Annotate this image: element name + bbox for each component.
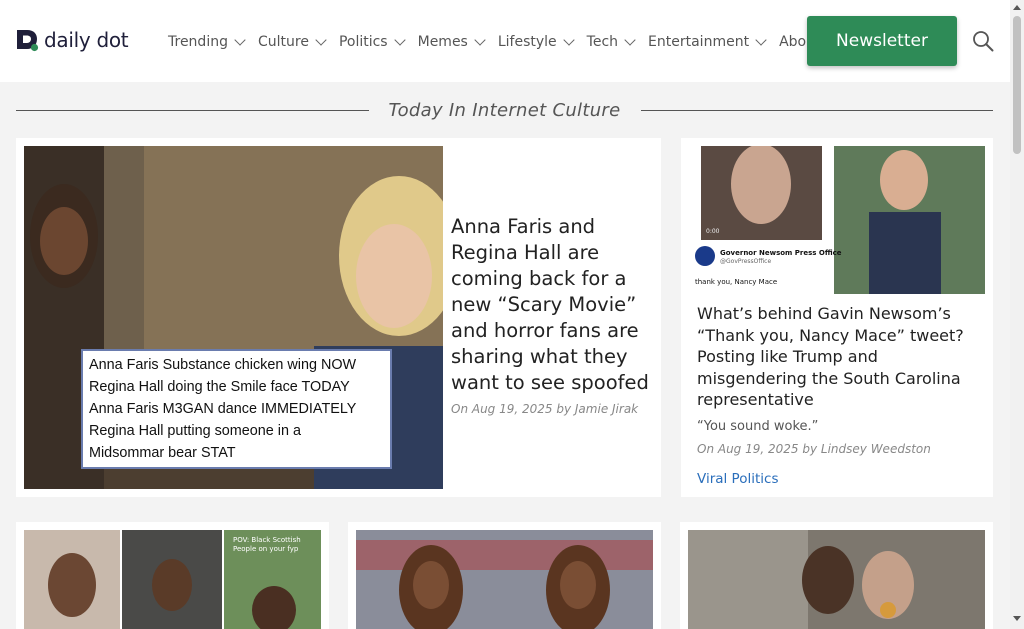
nav-label: Culture	[257, 34, 309, 50]
section-title: Today In Internet Culture	[388, 99, 621, 121]
chevron-down-icon	[624, 33, 636, 46]
scroll-up-arrow-icon[interactable]	[1013, 5, 1021, 10]
caption-line: Regina Hall doing the Smile face TODAY	[89, 379, 350, 395]
nav-item-politics[interactable]: Politics	[338, 32, 406, 52]
chevron-down-icon	[315, 33, 327, 46]
chevron-down-icon	[234, 33, 246, 46]
main-nav: Trending Culture Politics Memes Lifestyl…	[168, 32, 829, 52]
side-image-art	[689, 146, 985, 294]
site-name: daily dot	[44, 28, 129, 52]
nav-label: Memes	[417, 34, 468, 50]
category-link-viral-politics[interactable]: Viral Politics	[697, 471, 778, 487]
caption-line: Midsommar bear STAT	[89, 445, 236, 461]
divider	[640, 109, 994, 111]
nav-item-tech[interactable]: Tech	[586, 32, 636, 52]
tweet-account-name: Governor Newsom Press Office	[720, 249, 842, 257]
nav-label: Entertainment	[648, 34, 750, 50]
caption-line: Regina Hall putting someone in a	[89, 423, 301, 439]
site-logo[interactable]: daily dot	[15, 28, 129, 52]
tweet-text: thank you, Nancy Mace	[695, 278, 778, 286]
nav-item-lifestyle[interactable]: Lifestyle	[497, 32, 575, 52]
image-caption-box: Anna Faris Substance chicken wing NOW Re…	[81, 349, 392, 469]
section-heading: Today In Internet Culture	[16, 96, 994, 124]
chevron-down-icon	[563, 33, 575, 46]
site-header: daily dot Trending Culture Politics Meme…	[0, 0, 1010, 82]
nav-label: Tech	[586, 34, 619, 50]
article-card[interactable]	[680, 522, 993, 629]
nav-item-memes[interactable]: Memes	[417, 32, 486, 52]
scrollbar-thumb[interactable]	[1013, 16, 1021, 154]
side-article-card[interactable]: 0:00 Governor Newsom Press Office @GovPr…	[681, 138, 993, 497]
page-scrollbar[interactable]	[1010, 0, 1024, 629]
article-image-art	[356, 530, 653, 629]
daily-dot-logo-icon	[17, 30, 39, 52]
feature-article-byline: On Aug 19, 2025 by Jamie Jirak	[451, 402, 639, 416]
tweet-account-handle: @GovPressOffice	[720, 258, 772, 265]
nav-item-entertainment[interactable]: Entertainment	[648, 32, 767, 52]
side-article-quote: “You sound woke.”	[697, 419, 819, 434]
scroll-down-arrow-icon[interactable]	[1013, 616, 1021, 621]
chevron-down-icon	[474, 33, 486, 46]
article-image[interactable]	[356, 530, 653, 629]
article-image[interactable]: POV: Black Scottish People on your fyp	[24, 530, 321, 629]
image-overlay-text: POV: Black Scottish People on your fyp	[233, 536, 301, 553]
feature-article-image[interactable]: Anna Faris Substance chicken wing NOW Re…	[24, 146, 443, 489]
nav-item-trending[interactable]: Trending	[168, 32, 246, 52]
nav-label: Lifestyle	[497, 34, 557, 50]
side-article-title[interactable]: What’s behind Gavin Newsom’s “Thank you,…	[697, 303, 982, 411]
caption-line: Anna Faris M3GAN dance IMMEDIATELY	[89, 401, 357, 417]
nav-label: Politics	[338, 34, 388, 50]
article-card[interactable]	[348, 522, 661, 629]
nav-item-culture[interactable]: Culture	[257, 32, 327, 52]
divider	[16, 109, 369, 111]
search-icon[interactable]	[972, 30, 994, 52]
chevron-down-icon	[393, 33, 406, 46]
newsletter-button[interactable]: Newsletter	[807, 16, 957, 66]
article-image[interactable]	[688, 530, 985, 629]
article-image-art	[688, 530, 985, 629]
feature-article-title[interactable]: Anna Faris and Regina Hall are coming ba…	[451, 214, 656, 396]
nav-label: Trending	[168, 34, 228, 50]
side-article-byline: On Aug 19, 2025 by Lindsey Weedston	[697, 442, 931, 456]
caption-line: Anna Faris Substance chicken wing NOW	[89, 357, 357, 373]
feature-article-card[interactable]: Anna Faris Substance chicken wing NOW Re…	[16, 138, 661, 497]
article-card[interactable]: POV: Black Scottish People on your fyp	[16, 522, 329, 629]
side-article-image[interactable]: 0:00 Governor Newsom Press Office @GovPr…	[689, 146, 985, 294]
video-timestamp: 0:00	[706, 228, 720, 235]
chevron-down-icon	[755, 33, 767, 46]
